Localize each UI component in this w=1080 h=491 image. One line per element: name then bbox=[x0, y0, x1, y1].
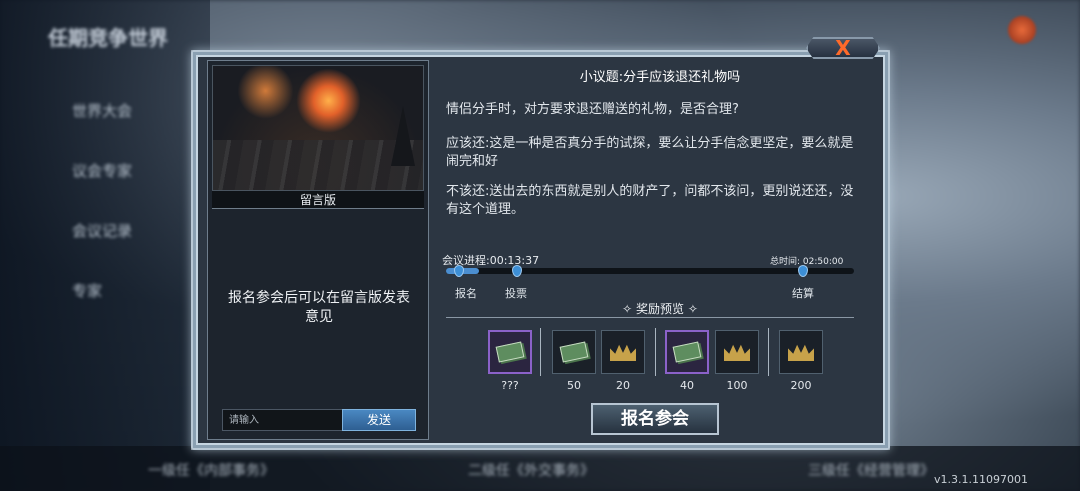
option-should-not-return: 不该还:送出去的东西就是别人的财产了，问都不该问，更别说还还，没有这个道理。 bbox=[446, 184, 854, 217]
version-label: v1.3.1.11097001 bbox=[934, 473, 1028, 486]
background-bottom-tab: 三级任《经营管理》 bbox=[808, 463, 934, 479]
close-button[interactable]: X bbox=[806, 37, 880, 59]
total-time-label: 总时间: 02:50:00 bbox=[770, 257, 844, 267]
stage-label-vote: 投票 bbox=[505, 287, 527, 300]
reward-count: 40 bbox=[680, 379, 694, 392]
stage-label-settle: 结算 bbox=[792, 287, 814, 300]
reward-count: 50 bbox=[567, 379, 581, 392]
background-side-panel bbox=[0, 0, 210, 491]
background-nav-item: 专家 bbox=[72, 282, 103, 300]
reward-slot[interactable] bbox=[601, 330, 645, 374]
crown-icon bbox=[724, 344, 750, 361]
reward-count: ??? bbox=[501, 379, 519, 392]
spire-decoration bbox=[391, 106, 415, 166]
cash-icon bbox=[559, 341, 589, 363]
crown-icon bbox=[610, 344, 636, 361]
war-scene-image bbox=[212, 65, 424, 191]
crown-icon bbox=[788, 344, 814, 361]
reward-count: 100 bbox=[726, 379, 748, 392]
stage-label-signup: 报名 bbox=[455, 287, 477, 300]
reward-slot[interactable] bbox=[715, 330, 759, 374]
close-icon: X bbox=[835, 36, 851, 60]
background-nav-item: 世界大会 bbox=[72, 102, 133, 120]
background-nav-item: 议会专家 bbox=[72, 162, 133, 180]
join-meeting-button[interactable]: 报名参会 bbox=[591, 403, 719, 435]
board-empty-message: 报名参会后可以在留言版发表意见 bbox=[228, 290, 410, 325]
message-input-row: 发送 bbox=[222, 409, 416, 431]
reward-preview-title: ✧ 奖励预览 ✧ bbox=[590, 300, 730, 317]
reward-divider bbox=[768, 328, 770, 376]
reward-slot[interactable] bbox=[779, 330, 823, 374]
background-title: 任期竞争世界 bbox=[48, 26, 168, 50]
message-input[interactable] bbox=[222, 409, 344, 431]
board-title: 留言版 bbox=[212, 191, 424, 209]
background-bottom-tab: 一级任《内部事务》 bbox=[148, 463, 274, 479]
reward-slot[interactable] bbox=[552, 330, 596, 374]
reward-divider bbox=[540, 328, 542, 376]
option-should-return: 应该还:这是一种是否真分手的试探，要么让分手信念更坚定，要么就是闹完和好 bbox=[446, 136, 854, 169]
topic-question: 情侣分手时，对方要求退还赠送的礼物，是否合理? bbox=[446, 102, 739, 117]
topic-title: 小议题:分手应该退还礼物吗 bbox=[579, 70, 741, 85]
background-nav-item: 会议记录 bbox=[72, 222, 133, 240]
message-board: 留言版 报名参会后可以在留言版发表意见 发送 bbox=[207, 60, 429, 440]
progress-track bbox=[446, 268, 854, 274]
background-bottom-tab: 二级任《外交事务》 bbox=[468, 463, 594, 479]
reward-count: 20 bbox=[616, 379, 630, 392]
cash-icon bbox=[495, 341, 525, 363]
reward-slot[interactable] bbox=[488, 330, 532, 374]
reward-count: 200 bbox=[790, 379, 812, 392]
reward-slot[interactable] bbox=[665, 330, 709, 374]
cash-icon bbox=[672, 341, 702, 363]
reward-title-text: 奖励预览 bbox=[635, 302, 684, 316]
send-button[interactable]: 发送 bbox=[342, 409, 416, 431]
event-icon bbox=[1008, 16, 1036, 44]
reward-divider bbox=[655, 328, 657, 376]
